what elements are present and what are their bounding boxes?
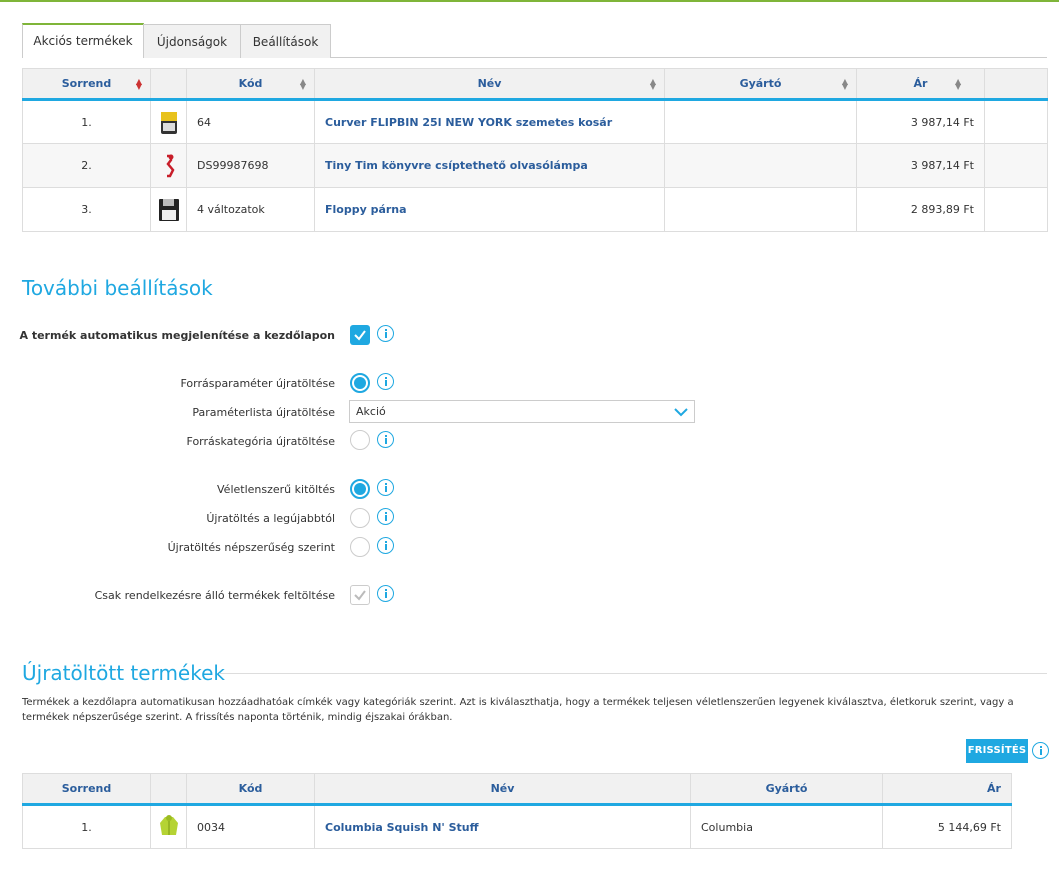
refresh-button[interactable]: FRISSÍTÉS xyxy=(966,739,1028,763)
reading-lamp-image xyxy=(150,143,187,188)
action-cell xyxy=(984,143,1048,188)
column-header-name: Név xyxy=(314,773,691,806)
column-header-price[interactable]: Ár ▲ ▼ xyxy=(856,68,985,101)
param-list-select[interactable]: Akció xyxy=(349,400,695,423)
checkmark-icon xyxy=(354,330,366,341)
section-title-reloaded: Újratöltött termékek xyxy=(22,661,225,685)
reloaded-products-table: Sorrend Kód Név Gyártó Ár 1. 0034 Columb… xyxy=(22,773,1012,849)
code-cell: 4 változatok xyxy=(186,187,315,232)
sort-icon[interactable]: ▲ ▼ xyxy=(300,78,306,91)
info-icon[interactable] xyxy=(377,325,394,342)
checkmark-icon xyxy=(354,590,366,601)
tab-new-products[interactable]: Újdonságok xyxy=(143,24,241,58)
product-name-link[interactable]: Tiny Tim könyvre csíptethető olvasólámpa xyxy=(314,143,665,188)
sort-icon[interactable]: ▲ ▼ xyxy=(955,78,961,91)
sale-products-table: Sorrend ▲ ▼ Kód ▲ ▼ Név ▲ ▼ Gyártó ▲ ▼ Ár ▲ ▼ 1. 6… xyxy=(22,68,1048,232)
price-cell: 2 893,89 Ft xyxy=(856,187,985,232)
column-header-order[interactable]: Sorrend ▲ ▼ xyxy=(22,68,151,101)
popularity-radio[interactable] xyxy=(350,537,370,557)
order-cell: 1. xyxy=(22,804,151,849)
tab-sale-products[interactable]: Akciós termékek xyxy=(22,23,144,58)
table-row[interactable]: 3. 4 változatok Floppy párna 2 893,89 Ft xyxy=(22,187,1048,232)
trash-bin-image xyxy=(150,99,187,144)
param-list-label: Paraméterlista újratöltése xyxy=(192,406,335,419)
popularity-label: Újratöltés népszerűség szerint xyxy=(167,541,335,554)
info-icon[interactable] xyxy=(377,585,394,602)
price-cell: 3 987,14 Ft xyxy=(856,143,985,188)
brand-cell xyxy=(664,143,857,188)
source-category-radio[interactable] xyxy=(350,430,370,450)
info-icon[interactable] xyxy=(377,431,394,448)
product-name-link[interactable]: Columbia Squish N' Stuff xyxy=(314,804,691,849)
reloaded-description: Termékek a kezdőlapra automatikusan hozz… xyxy=(22,697,1014,723)
section-divider xyxy=(219,673,1047,674)
code-cell: 0034 xyxy=(186,804,315,849)
newest-radio[interactable] xyxy=(350,508,370,528)
column-header-image xyxy=(150,773,187,806)
source-category-label: Forráskategória újratöltése xyxy=(186,435,335,448)
order-cell: 3. xyxy=(22,187,151,232)
column-header-extra xyxy=(984,68,1048,101)
source-param-radio[interactable] xyxy=(350,373,370,393)
tab-bar: Akciós termékek Újdonságok Beállítások xyxy=(22,23,1047,58)
newest-label: Újratöltés a legújabbtól xyxy=(206,512,335,525)
auto-show-checkbox[interactable] xyxy=(350,325,370,345)
available-only-label: Csak rendelkezésre álló termékek feltölt… xyxy=(94,589,335,602)
info-icon[interactable] xyxy=(1032,742,1049,759)
param-list-value: Akció xyxy=(356,405,386,418)
table-row[interactable]: 1. 0034 Columbia Squish N' Stuff Columbi… xyxy=(22,804,1012,849)
chevron-down-icon xyxy=(674,408,688,417)
available-only-checkbox[interactable] xyxy=(350,585,370,605)
code-cell: 64 xyxy=(186,99,315,144)
price-cell: 5 144,69 Ft xyxy=(882,804,1012,849)
sort-icon[interactable]: ▲ ▼ xyxy=(650,78,656,91)
product-name-link[interactable]: Curver FLIPBIN 25l NEW YORK szemetes kos… xyxy=(314,99,665,144)
brand-cell xyxy=(664,99,857,144)
table-row[interactable]: 2. DS99987698 Tiny Tim könyvre csíptethe… xyxy=(22,143,1048,188)
code-cell: DS99987698 xyxy=(186,143,315,188)
column-header-order: Sorrend xyxy=(22,773,151,806)
table-row[interactable]: 1. 64 Curver FLIPBIN 25l NEW YORK szemet… xyxy=(22,99,1048,144)
column-header-brand[interactable]: Gyártó ▲ ▼ xyxy=(664,68,857,101)
sort-icon[interactable]: ▲ ▼ xyxy=(136,78,142,91)
info-icon[interactable] xyxy=(377,537,394,554)
column-header-name[interactable]: Név ▲ ▼ xyxy=(314,68,665,101)
source-param-label: Forrásparaméter újratöltése xyxy=(180,377,335,390)
action-cell xyxy=(984,99,1048,144)
sort-icon[interactable]: ▲ ▼ xyxy=(842,78,848,91)
info-icon[interactable] xyxy=(377,479,394,496)
product-name-link[interactable]: Floppy párna xyxy=(314,187,665,232)
brand-cell: Columbia xyxy=(690,804,883,849)
order-cell: 2. xyxy=(22,143,151,188)
top-accent-line xyxy=(0,0,1059,2)
section-title-settings: További beállítások xyxy=(22,276,213,300)
auto-show-label: A termék automatikus megjelenítése a kez… xyxy=(19,329,336,342)
column-header-code[interactable]: Kód ▲ ▼ xyxy=(186,68,315,101)
random-fill-label: Véletlenszerű kitöltés xyxy=(217,483,335,496)
order-cell: 1. xyxy=(22,99,151,144)
column-header-code: Kód xyxy=(186,773,315,806)
random-fill-radio[interactable] xyxy=(350,479,370,499)
jacket-image xyxy=(150,804,187,849)
brand-cell xyxy=(664,187,857,232)
action-cell xyxy=(984,187,1048,232)
tab-settings[interactable]: Beállítások xyxy=(240,24,331,58)
column-header-brand: Gyártó xyxy=(690,773,883,806)
price-cell: 3 987,14 Ft xyxy=(856,99,985,144)
column-header-image xyxy=(150,68,187,101)
info-icon[interactable] xyxy=(377,373,394,390)
info-icon[interactable] xyxy=(377,508,394,525)
floppy-pillow-image xyxy=(150,187,187,232)
column-header-price: Ár xyxy=(882,773,1012,806)
